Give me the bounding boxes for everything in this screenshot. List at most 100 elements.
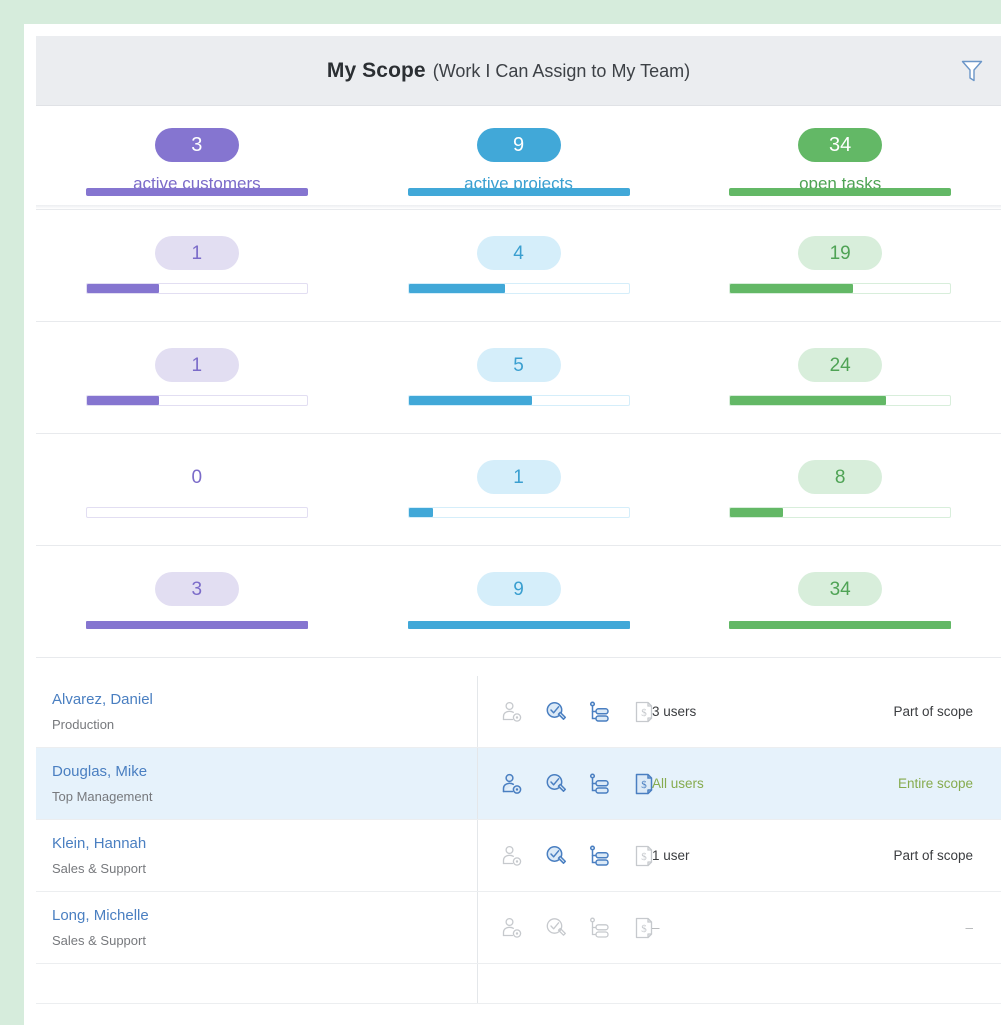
permission-icons-cell: $	[478, 820, 653, 891]
kpi-detail-row: 1 4 19	[36, 209, 1001, 321]
user-name-link[interactable]: Alvarez, Daniel	[52, 690, 477, 710]
panel-header: My Scope (Work I Can Assign to My Team)	[36, 36, 1001, 106]
kpi-progress-fill	[408, 284, 506, 293]
kpi-detail-cell[interactable]: 1	[36, 321, 358, 433]
kpi-progress-track	[407, 621, 630, 629]
kpi-detail-cell[interactable]: 1	[358, 433, 680, 545]
users-count-cell	[648, 964, 821, 1003]
task-hierarchy-icon-button[interactable]	[588, 843, 612, 868]
kpi-value-badge: 3	[154, 572, 239, 606]
user-name-cell[interactable]: Douglas, Mike Top Management	[36, 748, 478, 819]
table-row[interactable]: Klein, Hannah Sales & Support $ 1 user Par…	[36, 820, 1001, 892]
user-name-cell[interactable]: Long, Michelle Sales & Support	[36, 892, 478, 963]
kpi-progress-track	[729, 507, 952, 518]
kpi-progress-track	[407, 283, 630, 294]
kpi-progress-fill	[729, 621, 952, 629]
table-row[interactable]: Douglas, Mike Top Management $ All users E…	[36, 748, 1001, 820]
table-row[interactable]: Alvarez, Daniel Production $ 3 users Part …	[36, 676, 1001, 748]
permission-icons-cell: $	[478, 748, 653, 819]
kpi-detail-cell[interactable]: 19	[679, 209, 1001, 321]
permission-icons-cell	[478, 964, 648, 1003]
svg-text:$: $	[641, 779, 647, 791]
approval-check-icon-button[interactable]	[544, 843, 568, 868]
user-name-cell[interactable]: Alvarez, Daniel Production	[36, 676, 478, 747]
kpi-value-badge: 4	[476, 236, 561, 270]
kpi-progress-fill	[730, 508, 783, 517]
kpi-progress-fill	[408, 508, 433, 517]
scope-status-cell	[821, 964, 1001, 1003]
filter-button[interactable]	[955, 54, 989, 88]
kpi-detail-row: 3 9 34	[36, 545, 1001, 657]
user-name-link[interactable]: Long, Michelle	[52, 906, 477, 926]
kpi-value-badge: 9	[476, 572, 561, 606]
user-settings-icon-button[interactable]	[500, 843, 524, 868]
section-divider	[36, 657, 1001, 676]
scope-status-cell: Part of scope	[893, 848, 973, 863]
kpi-progress-track	[729, 188, 952, 196]
kpi-detail-rows: 1 4 19 1 5 24 0 1 8 3 9 34	[36, 209, 1001, 657]
user-name-cell[interactable]: Klein, Hannah Sales & Support	[36, 820, 478, 891]
kpi-progress-fill	[85, 188, 308, 196]
my-scope-panel: My Scope (Work I Can Assign to My Team) …	[36, 36, 1001, 1025]
table-row[interactable]	[36, 964, 1001, 1004]
task-hierarchy-icon-button[interactable]	[588, 771, 612, 796]
kpi-progress-fill	[408, 396, 532, 405]
user-settings-icon-button[interactable]	[500, 699, 524, 724]
kpi-progress-track	[407, 395, 630, 406]
approval-check-icon-button[interactable]	[544, 699, 568, 724]
kpi-value-badge: 1	[476, 460, 561, 494]
kpi-progress-track	[85, 621, 308, 629]
kpi-progress-track	[407, 507, 630, 518]
kpi-grid: 3 active customers 9 active projects 34 …	[36, 106, 1001, 657]
user-department: Sales & Support	[52, 861, 146, 876]
kpi-value-badge: 8	[798, 460, 883, 494]
kpi-progress-fill	[729, 188, 952, 196]
kpi-progress-fill	[86, 396, 160, 405]
kpi-progress-track	[729, 395, 952, 406]
kpi-detail-cell[interactable]: 3	[36, 545, 358, 657]
user-scope-table: Alvarez, Daniel Production $ 3 users Part …	[36, 676, 1001, 1004]
application-card: My Scope (Work I Can Assign to My Team) …	[24, 24, 1001, 1025]
user-name-link[interactable]: Douglas, Mike	[52, 762, 477, 782]
permission-icons-cell: $	[478, 676, 653, 747]
kpi-detail-cell[interactable]: 9	[358, 545, 680, 657]
page-subtitle: (Work I Can Assign to My Team)	[432, 60, 691, 81]
kpi-progress-track	[407, 188, 630, 196]
kpi-value-badge: 3	[154, 128, 239, 162]
kpi-summary-active-customers[interactable]: 3 active customers	[36, 106, 358, 209]
kpi-progress-fill	[86, 284, 160, 293]
user-settings-icon-button[interactable]	[500, 771, 524, 796]
kpi-detail-cell[interactable]: 8	[679, 433, 1001, 545]
users-count-cell: 1 user	[652, 848, 690, 863]
user-settings-icon-button[interactable]	[500, 915, 524, 940]
kpi-detail-cell[interactable]: 4	[358, 209, 680, 321]
kpi-progress-track	[85, 507, 308, 518]
kpi-summary-active-projects[interactable]: 9 active projects	[358, 106, 680, 209]
table-row[interactable]: Long, Michelle Sales & Support $ – –	[36, 892, 1001, 964]
kpi-value-badge: 5	[476, 348, 561, 382]
approval-check-icon-button[interactable]	[544, 915, 568, 940]
kpi-detail-cell[interactable]: 1	[36, 209, 358, 321]
funnel-filter-icon	[961, 60, 983, 81]
kpi-detail-cell[interactable]: 24	[679, 321, 1001, 433]
task-hierarchy-icon-button[interactable]	[588, 915, 612, 940]
approval-check-icon	[546, 845, 567, 864]
kpi-summary-row: 3 active customers 9 active projects 34 …	[36, 106, 1001, 209]
kpi-value-badge: 1	[154, 348, 239, 382]
kpi-summary-open-tasks[interactable]: 34 open tasks	[679, 106, 1001, 209]
scope-status-cell: –	[965, 920, 973, 935]
kpi-detail-cell[interactable]: 34	[679, 545, 1001, 657]
kpi-value-badge: 9	[476, 128, 561, 162]
header-title-group: My Scope (Work I Can Assign to My Team)	[327, 59, 690, 83]
kpi-progress-track	[85, 188, 308, 196]
approval-check-icon-button[interactable]	[544, 771, 568, 796]
user-name-link[interactable]: Klein, Hannah	[52, 834, 477, 854]
kpi-detail-cell[interactable]: 5	[358, 321, 680, 433]
kpi-progress-fill	[730, 396, 887, 405]
svg-text:$: $	[641, 707, 647, 719]
user-name-cell[interactable]	[36, 964, 478, 1003]
kpi-detail-cell[interactable]: 0	[36, 433, 358, 545]
approval-check-icon	[546, 701, 567, 720]
task-hierarchy-icon-button[interactable]	[588, 699, 612, 724]
user-settings-icon	[502, 845, 522, 866]
